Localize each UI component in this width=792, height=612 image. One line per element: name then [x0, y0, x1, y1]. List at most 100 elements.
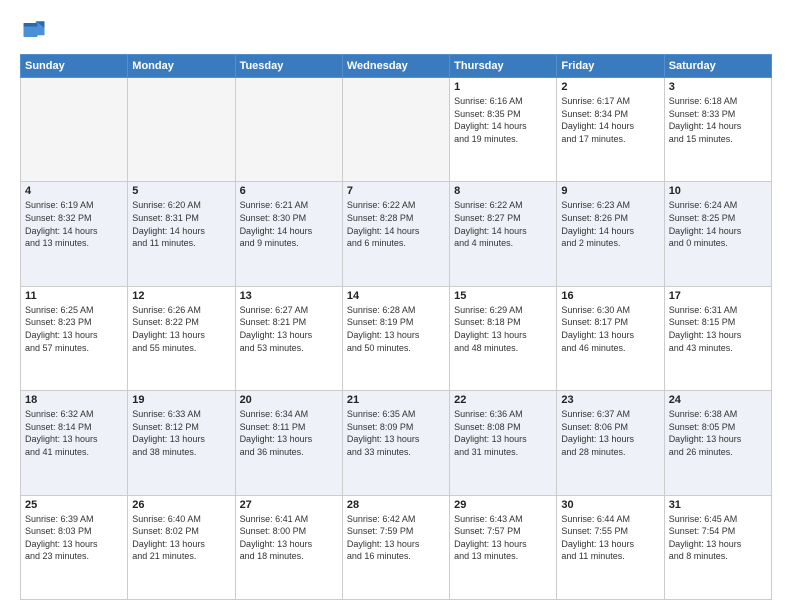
calendar-week-5: 25 Sunrise: 6:39 AM Sunset: 8:03 PM Dayli… — [21, 495, 772, 599]
calendar-table: SundayMondayTuesdayWednesdayThursdayFrid… — [20, 54, 772, 600]
day-number: 19 — [132, 394, 230, 406]
calendar-cell: 8 Sunrise: 6:22 AM Sunset: 8:27 PM Daylig… — [450, 182, 557, 286]
day-number: 4 — [25, 185, 123, 197]
calendar-cell: 29 Sunrise: 6:43 AM Sunset: 7:57 PM Dayli… — [450, 495, 557, 599]
calendar-cell: 1 Sunrise: 6:16 AM Sunset: 8:35 PM Daylig… — [450, 78, 557, 182]
day-number: 16 — [561, 290, 659, 302]
weekday-saturday: Saturday — [664, 55, 771, 78]
calendar-cell: 27 Sunrise: 6:41 AM Sunset: 8:00 PM Dayli… — [235, 495, 342, 599]
day-info: Sunrise: 6:44 AM Sunset: 7:55 PM Dayligh… — [561, 513, 659, 563]
weekday-friday: Friday — [557, 55, 664, 78]
calendar-cell: 17Sunrise: 6:31 AM Sunset: 8:15 PM Dayli… — [664, 286, 771, 390]
day-info: Sunrise: 6:41 AM Sunset: 8:00 PM Dayligh… — [240, 513, 338, 563]
calendar-cell: 24 Sunrise: 6:38 AM Sunset: 8:05 PM Dayli… — [664, 391, 771, 495]
calendar-cell: 15 Sunrise: 6:29 AM Sunset: 8:18 PM Dayli… — [450, 286, 557, 390]
day-number: 27 — [240, 499, 338, 511]
calendar-cell: 26Sunrise: 6:40 AM Sunset: 8:02 PM Dayli… — [128, 495, 235, 599]
day-number: 7 — [347, 185, 445, 197]
calendar-cell: 12Sunrise: 6:26 AM Sunset: 8:22 PM Dayli… — [128, 286, 235, 390]
weekday-sunday: Sunday — [21, 55, 128, 78]
day-info: Sunrise: 6:30 AM Sunset: 8:17 PM Dayligh… — [561, 304, 659, 354]
calendar-cell — [342, 78, 449, 182]
calendar-cell: 31 Sunrise: 6:45 AM Sunset: 7:54 PM Dayli… — [664, 495, 771, 599]
calendar-cell: 21Sunrise: 6:35 AM Sunset: 8:09 PM Dayli… — [342, 391, 449, 495]
page: SundayMondayTuesdayWednesdayThursdayFrid… — [0, 0, 792, 612]
day-number: 13 — [240, 290, 338, 302]
day-number: 29 — [454, 499, 552, 511]
calendar-cell: 23Sunrise: 6:37 AM Sunset: 8:06 PM Dayli… — [557, 391, 664, 495]
day-number: 9 — [561, 185, 659, 197]
calendar-week-2: 4 Sunrise: 6:19 AM Sunset: 8:32 PM Daylig… — [21, 182, 772, 286]
calendar-cell: 25 Sunrise: 6:39 AM Sunset: 8:03 PM Dayli… — [21, 495, 128, 599]
day-number: 21 — [347, 394, 445, 406]
calendar-cell: 11 Sunrise: 6:25 AM Sunset: 8:23 PM Dayli… — [21, 286, 128, 390]
day-info: Sunrise: 6:19 AM Sunset: 8:32 PM Dayligh… — [25, 199, 123, 249]
day-info: Sunrise: 6:22 AM Sunset: 8:28 PM Dayligh… — [347, 199, 445, 249]
day-number: 28 — [347, 499, 445, 511]
day-number: 15 — [454, 290, 552, 302]
calendar-cell: 9 Sunrise: 6:23 AM Sunset: 8:26 PM Daylig… — [557, 182, 664, 286]
calendar-cell — [128, 78, 235, 182]
weekday-thursday: Thursday — [450, 55, 557, 78]
day-number: 5 — [132, 185, 230, 197]
calendar-cell: 5 Sunrise: 6:20 AM Sunset: 8:31 PM Daylig… — [128, 182, 235, 286]
day-info: Sunrise: 6:42 AM Sunset: 7:59 PM Dayligh… — [347, 513, 445, 563]
calendar-cell: 16 Sunrise: 6:30 AM Sunset: 8:17 PM Dayli… — [557, 286, 664, 390]
day-info: Sunrise: 6:45 AM Sunset: 7:54 PM Dayligh… — [669, 513, 767, 563]
day-info: Sunrise: 6:36 AM Sunset: 8:08 PM Dayligh… — [454, 408, 552, 458]
day-info: Sunrise: 6:34 AM Sunset: 8:11 PM Dayligh… — [240, 408, 338, 458]
day-number: 8 — [454, 185, 552, 197]
day-info: Sunrise: 6:24 AM Sunset: 8:25 PM Dayligh… — [669, 199, 767, 249]
day-info: Sunrise: 6:25 AM Sunset: 8:23 PM Dayligh… — [25, 304, 123, 354]
calendar-cell: 20Sunrise: 6:34 AM Sunset: 8:11 PM Dayli… — [235, 391, 342, 495]
day-number: 30 — [561, 499, 659, 511]
calendar-cell: 30 Sunrise: 6:44 AM Sunset: 7:55 PM Dayli… — [557, 495, 664, 599]
calendar-cell: 7 Sunrise: 6:22 AM Sunset: 8:28 PM Daylig… — [342, 182, 449, 286]
day-number: 24 — [669, 394, 767, 406]
day-info: Sunrise: 6:21 AM Sunset: 8:30 PM Dayligh… — [240, 199, 338, 249]
calendar-cell: 19 Sunrise: 6:33 AM Sunset: 8:12 PM Dayli… — [128, 391, 235, 495]
day-number: 1 — [454, 81, 552, 93]
calendar-cell: 10Sunrise: 6:24 AM Sunset: 8:25 PM Dayli… — [664, 182, 771, 286]
calendar-cell: 18 Sunrise: 6:32 AM Sunset: 8:14 PM Dayli… — [21, 391, 128, 495]
calendar-body: 1 Sunrise: 6:16 AM Sunset: 8:35 PM Daylig… — [21, 78, 772, 600]
calendar-week-1: 1 Sunrise: 6:16 AM Sunset: 8:35 PM Daylig… — [21, 78, 772, 182]
day-info: Sunrise: 6:23 AM Sunset: 8:26 PM Dayligh… — [561, 199, 659, 249]
day-number: 3 — [669, 81, 767, 93]
day-number: 22 — [454, 394, 552, 406]
calendar-cell: 14 Sunrise: 6:28 AM Sunset: 8:19 PM Dayli… — [342, 286, 449, 390]
weekday-header-row: SundayMondayTuesdayWednesdayThursdayFrid… — [21, 55, 772, 78]
day-info: Sunrise: 6:27 AM Sunset: 8:21 PM Dayligh… — [240, 304, 338, 354]
day-info: Sunrise: 6:17 AM Sunset: 8:34 PM Dayligh… — [561, 95, 659, 145]
day-number: 11 — [25, 290, 123, 302]
weekday-wednesday: Wednesday — [342, 55, 449, 78]
logo — [20, 16, 52, 44]
day-number: 12 — [132, 290, 230, 302]
calendar-cell: 2Sunrise: 6:17 AM Sunset: 8:34 PM Daylig… — [557, 78, 664, 182]
day-info: Sunrise: 6:20 AM Sunset: 8:31 PM Dayligh… — [132, 199, 230, 249]
day-info: Sunrise: 6:29 AM Sunset: 8:18 PM Dayligh… — [454, 304, 552, 354]
calendar-week-4: 18 Sunrise: 6:32 AM Sunset: 8:14 PM Dayli… — [21, 391, 772, 495]
day-info: Sunrise: 6:43 AM Sunset: 7:57 PM Dayligh… — [454, 513, 552, 563]
calendar-header: SundayMondayTuesdayWednesdayThursdayFrid… — [21, 55, 772, 78]
header — [20, 16, 772, 44]
calendar-cell: 13 Sunrise: 6:27 AM Sunset: 8:21 PM Dayli… — [235, 286, 342, 390]
day-number: 25 — [25, 499, 123, 511]
day-number: 14 — [347, 290, 445, 302]
calendar-cell — [21, 78, 128, 182]
day-number: 6 — [240, 185, 338, 197]
day-info: Sunrise: 6:32 AM Sunset: 8:14 PM Dayligh… — [25, 408, 123, 458]
day-info: Sunrise: 6:38 AM Sunset: 8:05 PM Dayligh… — [669, 408, 767, 458]
day-info: Sunrise: 6:16 AM Sunset: 8:35 PM Dayligh… — [454, 95, 552, 145]
day-info: Sunrise: 6:39 AM Sunset: 8:03 PM Dayligh… — [25, 513, 123, 563]
calendar-cell: 22 Sunrise: 6:36 AM Sunset: 8:08 PM Dayli… — [450, 391, 557, 495]
calendar-cell — [235, 78, 342, 182]
calendar-cell: 4 Sunrise: 6:19 AM Sunset: 8:32 PM Daylig… — [21, 182, 128, 286]
day-number: 31 — [669, 499, 767, 511]
day-info: Sunrise: 6:28 AM Sunset: 8:19 PM Dayligh… — [347, 304, 445, 354]
day-info: Sunrise: 6:33 AM Sunset: 8:12 PM Dayligh… — [132, 408, 230, 458]
day-number: 18 — [25, 394, 123, 406]
day-info: Sunrise: 6:22 AM Sunset: 8:27 PM Dayligh… — [454, 199, 552, 249]
weekday-monday: Monday — [128, 55, 235, 78]
day-number: 17 — [669, 290, 767, 302]
